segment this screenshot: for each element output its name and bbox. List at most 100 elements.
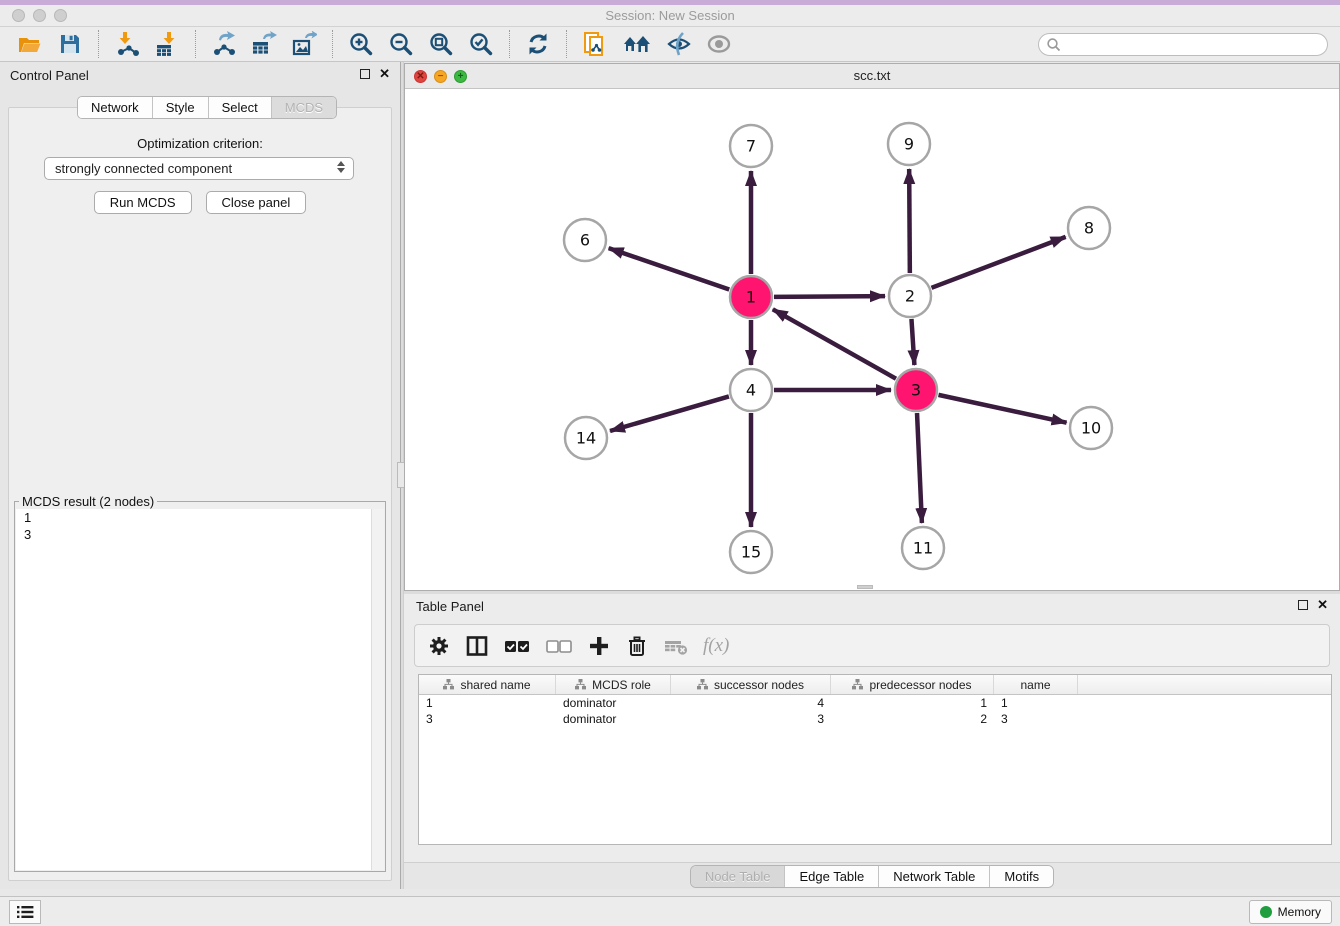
graph-node-14[interactable]: 14 — [565, 417, 607, 459]
fit-content-button[interactable] — [426, 29, 456, 59]
graph-node-8[interactable]: 8 — [1068, 207, 1110, 249]
delete-table-icon — [663, 634, 689, 658]
column-header-successor-nodes[interactable]: successor nodes — [671, 675, 831, 694]
column-header-name[interactable]: name — [994, 675, 1078, 694]
import-network-button[interactable] — [112, 29, 142, 59]
deselect-all-button[interactable] — [545, 634, 573, 658]
network-graph: 7 9 6 8 1 2 4 3 14 10 15 11 — [405, 89, 1339, 590]
cell-name[interactable]: 1 — [994, 695, 1078, 711]
graph-edge-2-8[interactable] — [932, 237, 1066, 288]
memory-button[interactable]: Memory — [1249, 900, 1332, 924]
search-input[interactable] — [1062, 36, 1327, 54]
column-header-shared-name[interactable]: shared name — [419, 675, 556, 694]
graph-node-7[interactable]: 7 — [730, 125, 772, 167]
tab-edge-table[interactable]: Edge Table — [785, 866, 879, 887]
graph-node-3[interactable]: 3 — [895, 369, 937, 411]
table-panel: Table Panel ✕ f(x) shared name MCDS role — [404, 594, 1340, 889]
save-session-button[interactable] — [55, 29, 85, 59]
graph-edge-3-10[interactable] — [938, 395, 1066, 423]
graph-node-4[interactable]: 4 — [730, 369, 772, 411]
graph-edge-1-6[interactable] — [609, 248, 730, 289]
unchecked-boxes-icon — [545, 634, 573, 658]
open-session-button[interactable] — [15, 29, 45, 59]
tab-style[interactable]: Style — [153, 97, 209, 118]
network-canvas[interactable]: 7 9 6 8 1 2 4 3 14 10 15 11 — [405, 89, 1339, 590]
toggle-column-view-button[interactable] — [465, 634, 489, 658]
cell-name[interactable]: 3 — [994, 711, 1078, 727]
float-panel-icon[interactable] — [1298, 600, 1308, 610]
graph-node-2[interactable]: 2 — [889, 275, 931, 317]
search-box — [1038, 33, 1328, 56]
close-panel-icon[interactable]: ✕ — [379, 69, 390, 79]
close-panel-icon[interactable]: ✕ — [1317, 600, 1328, 610]
result-scrollbar[interactable] — [371, 509, 384, 870]
canvas-scroll-handle[interactable] — [857, 585, 873, 589]
graph-edge-2-9[interactable] — [909, 169, 910, 273]
close-panel-button[interactable]: Close panel — [206, 191, 307, 214]
column-header-mcds-role[interactable]: MCDS role — [556, 675, 671, 694]
float-panel-icon[interactable] — [360, 69, 370, 79]
optimization-criterion-dropdown[interactable]: strongly connected component — [44, 157, 354, 180]
select-all-button[interactable] — [503, 634, 531, 658]
apply-layout-button[interactable] — [523, 29, 553, 59]
graph-node-9[interactable]: 9 — [888, 123, 930, 165]
export-network-button[interactable] — [209, 29, 239, 59]
function-builder-button[interactable]: f(x) — [703, 635, 729, 657]
graph-edge-3-11[interactable] — [917, 413, 922, 523]
cell-shared-name[interactable]: 1 — [419, 695, 556, 711]
cell-mcds-role[interactable]: dominator — [556, 711, 671, 727]
table-row[interactable]: 3 dominator 3 2 3 — [419, 711, 1331, 727]
graph-edge-1-2[interactable] — [774, 296, 885, 297]
export-image-button[interactable] — [289, 29, 319, 59]
tab-node-table[interactable]: Node Table — [691, 866, 786, 887]
checked-boxes-icon — [503, 634, 531, 658]
graph-edge-4-14[interactable] — [610, 396, 729, 431]
zoom-in-button[interactable] — [346, 29, 376, 59]
control-panel-tabs: Network Style Select MCDS — [77, 96, 337, 119]
graph-edge-2-3[interactable] — [911, 319, 914, 365]
session-homes-button[interactable] — [620, 29, 654, 59]
graph-node-6[interactable]: 6 — [564, 219, 606, 261]
show-tasks-button[interactable] — [9, 900, 41, 924]
graph-node-label: 7 — [746, 137, 756, 156]
plus-icon — [587, 634, 611, 658]
graph-node-11[interactable]: 11 — [902, 527, 944, 569]
control-panel: Control Panel ✕ Network Style Select MCD… — [0, 62, 400, 889]
cell-predecessor-nodes[interactable]: 1 — [831, 695, 994, 711]
titlebar: Session: New Session — [0, 5, 1340, 27]
delete-column-button[interactable] — [625, 634, 649, 658]
column-header-predecessor-nodes[interactable]: predecessor nodes — [831, 675, 994, 694]
table-row[interactable]: 1 dominator 4 1 1 — [419, 695, 1331, 711]
zoom-selected-button[interactable] — [466, 29, 496, 59]
tab-motifs[interactable]: Motifs — [990, 866, 1053, 887]
hide-show-panels-button[interactable] — [664, 29, 694, 59]
table-settings-button[interactable] — [427, 634, 451, 658]
table-tabs-strip: Node Table Edge Table Network Table Moti… — [404, 862, 1340, 889]
graph-node-label: 14 — [576, 429, 596, 448]
tab-network-table[interactable]: Network Table — [879, 866, 990, 887]
export-table-button[interactable] — [249, 29, 279, 59]
clone-network-button[interactable] — [580, 29, 610, 59]
fit-content-icon — [428, 31, 454, 57]
cell-successor-nodes[interactable]: 4 — [671, 695, 831, 711]
import-table-button[interactable] — [152, 29, 182, 59]
graph-node-15[interactable]: 15 — [730, 531, 772, 573]
cell-predecessor-nodes[interactable]: 2 — [831, 711, 994, 727]
cell-shared-name[interactable]: 3 — [419, 711, 556, 727]
mcds-result-list[interactable]: 1 3 — [16, 509, 384, 870]
run-mcds-button[interactable]: Run MCDS — [94, 191, 192, 214]
tab-network[interactable]: Network — [78, 97, 153, 118]
tab-mcds[interactable]: MCDS — [272, 97, 336, 118]
cell-mcds-role[interactable]: dominator — [556, 695, 671, 711]
graph-node-1[interactable]: 1 — [730, 276, 772, 318]
graph-node-10[interactable]: 10 — [1070, 407, 1112, 449]
graph-edge-3-1[interactable] — [773, 309, 896, 378]
fx-icon: f(x) — [703, 635, 729, 657]
show-eye-button[interactable] — [704, 29, 734, 59]
zoom-out-button[interactable] — [386, 29, 416, 59]
cell-successor-nodes[interactable]: 3 — [671, 711, 831, 727]
tab-select[interactable]: Select — [209, 97, 272, 118]
toolbar-separator — [509, 30, 510, 58]
create-column-button[interactable] — [587, 634, 611, 658]
delete-table-button[interactable] — [663, 634, 689, 658]
